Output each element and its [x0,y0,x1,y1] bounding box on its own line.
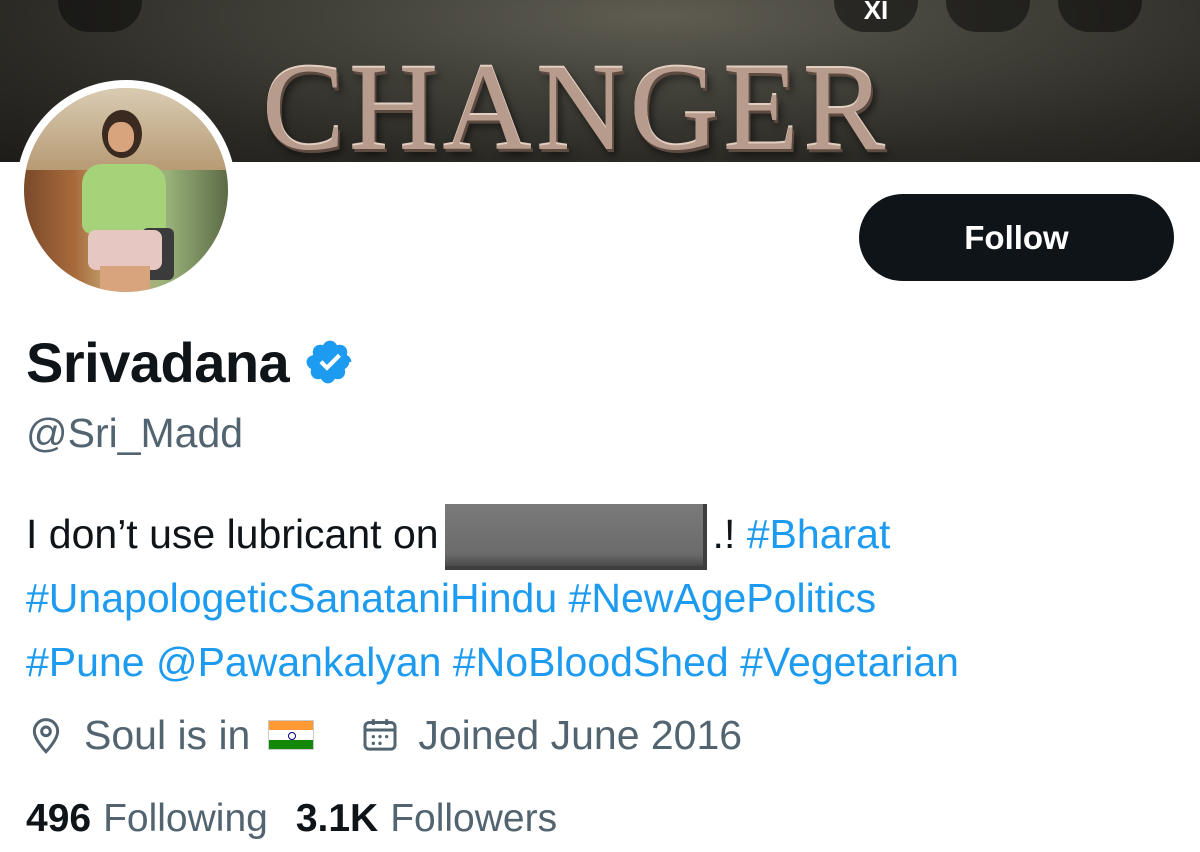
bio-line-2: #UnapologeticSanataniHindu #NewAgePoliti… [26,566,1186,630]
bio-line-3: #Pune @Pawankalyan #NoBloodShed #Vegetar… [26,630,1186,694]
back-button[interactable] [58,0,142,32]
search-button[interactable] [946,0,1030,32]
following-count: 496 [26,797,92,840]
following-link[interactable]: 496 Following [26,797,268,841]
location-pin-icon [32,718,60,754]
more-button[interactable] [1058,0,1142,32]
calendar-icon [363,719,397,751]
hashtag-link[interactable]: #Pune [26,639,145,685]
hashtag-link[interactable]: #NewAgePolitics [569,575,877,621]
follow-counts: 496 Following 3.1K Followers [26,792,557,846]
followers-link[interactable]: 3.1K Followers [296,797,557,841]
profile-bio: I don’t use lubricant on.! #Bharat #Unap… [26,502,1186,694]
hashtag-link[interactable]: #Bharat [747,511,891,557]
follow-button[interactable]: Follow [859,194,1174,281]
followers-count: 3.1K [295,797,379,840]
bio-text: I don’t use lubricant on [26,511,439,557]
bio-line-1: I don’t use lubricant on.! #Bharat [26,502,1186,570]
grok-button[interactable]: XI [834,0,918,32]
hashtag-link[interactable]: #NoBloodShed [453,639,729,685]
followers-label: Followers [390,797,558,840]
redacted-block [444,504,707,570]
location-item: Soul is in [26,711,315,759]
profile-meta: Soul is in Joined June 2016 [26,708,742,762]
india-flag-icon [268,720,315,750]
hashtag-link[interactable]: #UnapologeticSanataniHindu [26,575,557,621]
location-text: Soul is in [84,711,251,758]
joined-text: Joined June 2016 [418,711,743,758]
hashtag-link[interactable]: #Vegetarian [740,639,959,685]
display-name: Srivadana [26,330,290,394]
joined-item: Joined June 2016 [360,712,742,759]
verified-badge-icon[interactable] [305,337,355,387]
name-row: Srivadana [26,330,355,394]
avatar-photo [24,88,228,292]
banner-title: CHANGER [262,39,890,162]
following-label: Following [103,797,268,840]
bio-text-suffix: .! [712,511,736,557]
avatar[interactable] [16,80,236,300]
mention-link[interactable]: @Pawankalyan [156,639,442,685]
user-handle: @Sri_Madd [26,410,244,456]
grok-icon: XI [863,0,889,25]
